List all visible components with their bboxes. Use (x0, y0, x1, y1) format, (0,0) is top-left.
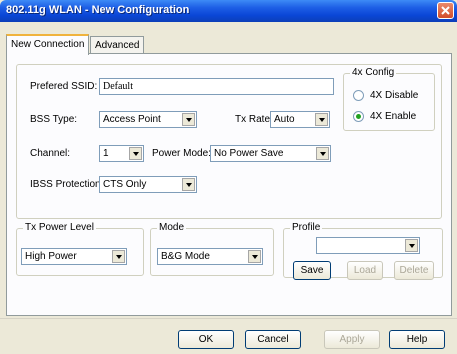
channel-select[interactable]: 1 (99, 145, 144, 162)
profile-load-button[interactable]: Load (347, 261, 383, 280)
ssid-label: Prefered SSID: (30, 81, 98, 92)
mode-value: B&G Mode (161, 251, 210, 262)
cancel-button[interactable]: Cancel (245, 330, 301, 349)
title-bar: 802.11g WLAN - New Configuration (0, 0, 457, 22)
chevron-down-icon (405, 239, 418, 252)
radio-4x-disable[interactable] (353, 90, 364, 101)
tab-new-connection[interactable]: New Connection (6, 34, 90, 55)
tx-rate-label: Tx Rate: (235, 114, 273, 125)
chevron-down-icon (182, 113, 195, 126)
tx-power-title: Tx Power Level (23, 222, 96, 233)
bss-type-select[interactable]: Access Point (99, 111, 197, 128)
help-button[interactable]: Help (389, 330, 445, 349)
power-mode-label: Power Mode: (152, 148, 211, 159)
radio-4x-disable-label: 4X Disable (370, 90, 419, 101)
chevron-down-icon (182, 178, 195, 191)
chevron-down-icon (248, 250, 261, 263)
chevron-down-icon (112, 250, 125, 263)
tab-advanced[interactable]: Advanced (90, 36, 145, 54)
ok-button[interactable]: OK (178, 330, 234, 349)
chevron-down-icon (129, 147, 142, 160)
config-4x-title: 4x Config (350, 67, 397, 78)
profile-group: Profile Save Load Delete (283, 222, 443, 280)
tab-label: Advanced (95, 40, 140, 51)
footer-divider (0, 318, 457, 319)
ibss-protection-select[interactable]: CTS Only (99, 176, 197, 193)
power-mode-select[interactable]: No Power Save (210, 145, 331, 162)
tx-power-group: Tx Power Level High Power (16, 222, 144, 276)
profile-delete-button[interactable]: Delete (394, 261, 434, 280)
power-mode-value: No Power Save (214, 148, 284, 159)
tx-rate-value: Auto (274, 114, 295, 125)
chevron-down-icon (315, 113, 328, 126)
profile-select[interactable] (316, 237, 420, 254)
chevron-down-icon (316, 147, 329, 160)
window-title: 802.11g WLAN - New Configuration (6, 4, 190, 16)
close-button[interactable] (437, 2, 454, 19)
tab-label: New Connection (11, 39, 85, 50)
tab-panel: Prefered SSID: Default BSS Type: Access … (6, 53, 452, 316)
radio-4x-enable[interactable] (353, 111, 364, 122)
apply-button[interactable]: Apply (324, 330, 380, 349)
ibss-protection-value: CTS Only (103, 179, 147, 190)
ibss-protection-label: IBSS Protection: (30, 179, 104, 190)
bss-type-label: BSS Type: (30, 114, 78, 125)
mode-select[interactable]: B&G Mode (157, 248, 263, 265)
tx-rate-select[interactable]: Auto (270, 111, 330, 128)
profile-title: Profile (290, 222, 323, 233)
profile-save-button[interactable]: Save (293, 261, 331, 280)
bss-type-value: Access Point (103, 114, 161, 125)
close-icon (441, 6, 450, 15)
channel-value: 1 (103, 148, 109, 159)
radio-4x-enable-label: 4X Enable (370, 111, 417, 122)
ssid-input[interactable]: Default (99, 78, 334, 95)
mode-title: Mode (157, 222, 187, 233)
channel-label: Channel: (30, 148, 71, 159)
tx-power-select[interactable]: High Power (21, 248, 127, 265)
mode-group: Mode B&G Mode (150, 222, 274, 276)
config-4x-group: 4x Config 4X Disable 4X Enable (343, 67, 435, 131)
tx-power-value: High Power (25, 251, 77, 262)
